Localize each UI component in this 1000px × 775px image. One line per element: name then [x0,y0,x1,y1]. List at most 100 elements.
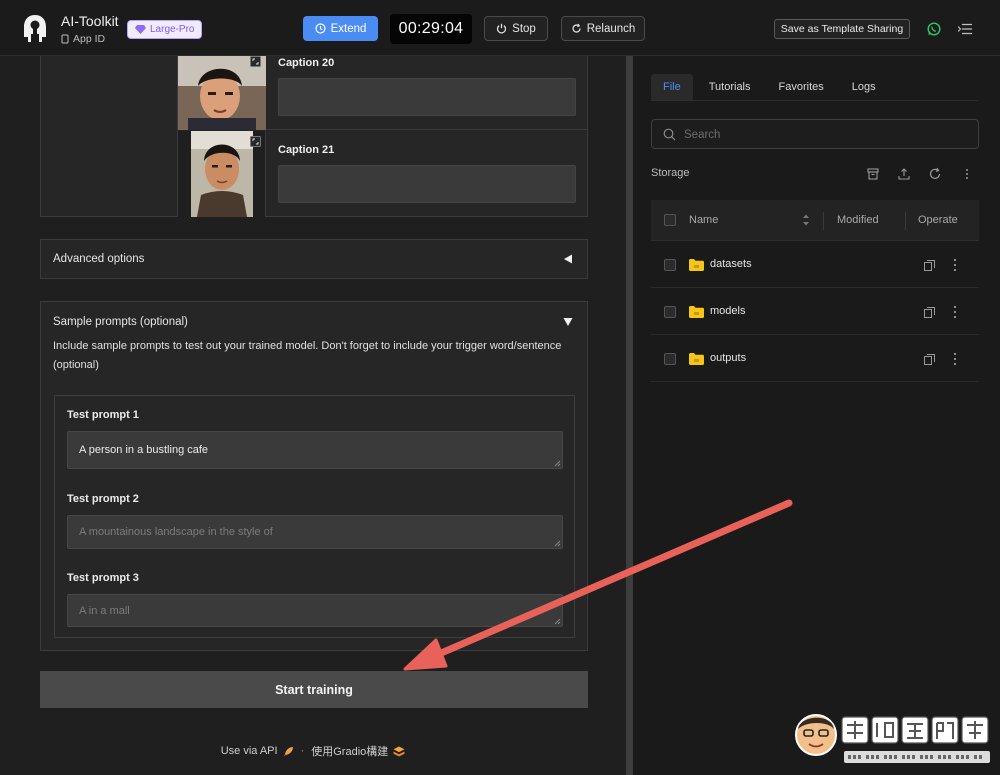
upload-icon[interactable] [897,167,911,181]
power-icon [497,23,507,34]
test-prompts-group: Test prompt 1 A person in a bustling caf… [54,395,575,638]
folder-icon [689,353,704,365]
row-more-icon[interactable] [953,305,957,319]
archive-icon[interactable] [866,167,880,181]
plan-badge: Large-Pro [127,20,203,39]
folder-icon [689,259,704,271]
expand-image-icon[interactable] [250,136,261,147]
column-modified[interactable]: Modified [837,214,879,226]
prompt-input[interactable]: A in a mall [67,594,563,627]
search-icon [663,128,676,141]
menu-toggle-icon[interactable] [958,23,972,35]
dataset-image-thumbnail [178,56,266,130]
file-table-header: Name Modified Operate [651,200,979,241]
training-form-panel: Caption 20 Caption 21 Advanced options S… [0,56,626,775]
sample-prompts-accordion: Sample prompts (optional) Include sample… [40,301,588,651]
advanced-options-title: Advanced options [53,253,145,265]
table-row[interactable]: models [651,288,979,335]
file-search-input[interactable] [684,126,964,144]
built-with-gradio-link[interactable]: 使用Gradio構建 [311,743,388,759]
select-all-checkbox[interactable] [664,214,676,226]
tab-tutorials[interactable]: Tutorials [697,74,763,100]
row-checkbox[interactable] [664,306,676,318]
relaunch-label: Relaunch [586,22,636,35]
caption-textarea[interactable] [278,165,576,203]
column-separator [905,212,906,230]
whatsapp-icon[interactable] [927,22,941,36]
copy-path-icon[interactable] [924,260,935,271]
caret-left-icon [564,254,572,264]
use-api-link[interactable]: Use via API [221,745,278,757]
column-operate: Operate [918,214,958,226]
copy-icon [61,34,69,44]
dataset-image-thumbnail [178,131,266,217]
caret-down-icon[interactable] [563,317,573,327]
rocket-icon [283,746,293,756]
file-browser-panel: File Tutorials Favorites Logs Storage Na… [633,56,1000,775]
resize-grip-icon[interactable] [554,618,561,625]
resize-grip-icon[interactable] [554,460,561,467]
app-logo-icon [24,15,46,42]
file-panel-tabs: File Tutorials Favorites Logs [651,74,888,100]
stop-label: Stop [512,22,536,35]
resize-grip-icon[interactable] [554,540,561,547]
table-row[interactable]: outputs [651,335,979,382]
top-bar: AI-Toolkit App ID Large-Pro Extend 00:29… [0,0,1000,56]
image-caption-list: Caption 20 Caption 21 [40,56,588,217]
prompt-input[interactable]: A mountainous landscape in the style of [67,515,563,549]
person-photo-icon [191,131,253,217]
file-name[interactable]: outputs [710,352,746,364]
extend-label: Extend [330,22,367,35]
caption-label: Caption 20 [278,57,335,69]
row-more-icon[interactable] [953,352,957,366]
row-more-icon[interactable] [953,258,957,272]
expand-image-icon[interactable] [250,56,261,67]
gradio-logo-icon [393,746,405,756]
prompt-input[interactable]: A person in a bustling cafe [67,431,563,469]
row-checkbox[interactable] [664,259,676,271]
table-row[interactable]: datasets [651,241,979,288]
caption-label: Caption 21 [278,144,335,156]
storage-label: Storage [651,167,690,179]
save-template-button[interactable]: Save as Template Sharing [774,19,910,39]
kocpc-watermark-logo [795,714,990,763]
app-title: AI-Toolkit [61,13,119,29]
more-options-icon[interactable] [960,167,974,181]
caption-row: Caption 21 [177,131,588,217]
app-id-link[interactable]: App ID [61,33,105,45]
prompt-label: Test prompt 2 [67,493,139,505]
caption-list-gutter [41,56,177,216]
sample-prompts-description: Include sample prompts to test out your … [53,340,562,371]
person-photo-icon [178,56,266,130]
file-name[interactable]: models [710,305,745,317]
caption-row: Caption 20 [177,56,588,130]
folder-icon [689,306,704,318]
extend-button[interactable]: Extend [303,16,378,41]
refresh-icon [572,23,581,33]
caption-textarea[interactable] [278,78,576,116]
row-checkbox[interactable] [664,353,676,365]
file-name[interactable]: datasets [710,258,752,270]
advanced-options-accordion[interactable]: Advanced options [40,239,588,279]
file-table: Name Modified Operate datasets models ou… [651,200,979,382]
column-separator [823,212,824,230]
plan-badge-label: Large-Pro [150,24,195,35]
tab-logs[interactable]: Logs [840,74,888,100]
relaunch-button[interactable]: Relaunch [561,16,645,41]
copy-path-icon[interactable] [924,354,935,365]
page-footer: Use via API · 使用Gradio構建 [0,743,626,759]
tab-favorites[interactable]: Favorites [767,74,836,100]
app-id-label: App ID [73,33,106,45]
copy-path-icon[interactable] [924,307,935,318]
tab-file[interactable]: File [651,74,693,100]
prompt-label: Test prompt 3 [67,572,139,584]
sort-icon[interactable] [802,213,810,227]
refresh-icon[interactable] [928,167,942,181]
panel-splitter[interactable] [626,56,633,775]
diamond-icon [135,25,146,34]
tab-underline [651,100,978,101]
start-training-button[interactable]: Start training [40,671,588,708]
stop-button[interactable]: Stop [484,16,548,41]
column-name[interactable]: Name [689,214,718,226]
sample-prompts-title[interactable]: Sample prompts (optional) [53,316,188,328]
